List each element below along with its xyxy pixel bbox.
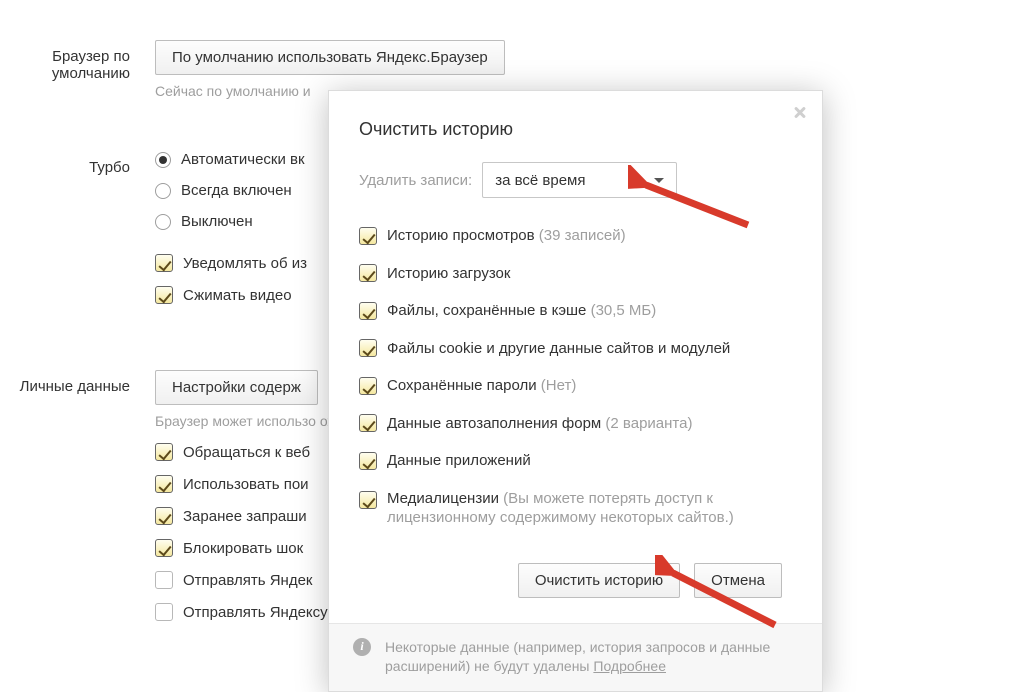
checkbox-label: Файлы cookie и другие данные сайтов и мо… (387, 339, 730, 359)
cached-files-checkbox[interactable]: Файлы, сохранённые в кэше (30,5 МБ) (359, 301, 782, 321)
checkbox-label: Медиалицензии (Вы можете потерять доступ… (387, 489, 782, 528)
checkbox-icon (359, 227, 377, 245)
checkbox-icon (359, 452, 377, 470)
modal-footer-text: Некоторые данные (например, история запр… (385, 638, 798, 677)
checkbox-icon (359, 339, 377, 357)
media-licenses-checkbox[interactable]: Медиалицензии (Вы можете потерять доступ… (359, 489, 782, 528)
dropdown-selected-value: за всё время (495, 172, 585, 189)
app-data-checkbox[interactable]: Данные приложений (359, 451, 782, 471)
chevron-down-icon (654, 178, 664, 183)
cancel-button[interactable]: Отмена (694, 563, 782, 598)
checkbox-icon (359, 264, 377, 282)
checkbox-label: Сохранённые пароли (Нет) (387, 376, 576, 396)
download-history-checkbox[interactable]: Историю загрузок (359, 264, 782, 284)
clear-history-button[interactable]: Очистить историю (518, 563, 680, 598)
passwords-checkbox[interactable]: Сохранённые пароли (Нет) (359, 376, 782, 396)
cookies-checkbox[interactable]: Файлы cookie и другие данные сайтов и мо… (359, 339, 782, 359)
time-range-label: Удалить записи: (359, 172, 472, 189)
info-icon: i (353, 638, 371, 656)
checkbox-icon (359, 414, 377, 432)
checkbox-icon (359, 377, 377, 395)
checkbox-label: Данные автозаполнения форм (2 варианта) (387, 414, 692, 434)
close-icon[interactable] (790, 103, 810, 123)
learn-more-link[interactable]: Подробнее (593, 658, 666, 674)
autofill-checkbox[interactable]: Данные автозаполнения форм (2 варианта) (359, 414, 782, 434)
clear-history-modal: Очистить историю Удалить записи: за всё … (328, 90, 823, 692)
checkbox-label: Историю просмотров (39 записей) (387, 226, 626, 246)
time-range-dropdown[interactable]: за всё время (482, 162, 677, 198)
checkbox-label: Историю загрузок (387, 264, 510, 284)
checkbox-label: Файлы, сохранённые в кэше (30,5 МБ) (387, 301, 656, 321)
browsing-history-checkbox[interactable]: Историю просмотров (39 записей) (359, 226, 782, 246)
checkbox-icon (359, 302, 377, 320)
modal-title: Очистить историю (359, 119, 782, 140)
checkbox-icon (359, 491, 377, 509)
checkbox-label: Данные приложений (387, 451, 531, 471)
